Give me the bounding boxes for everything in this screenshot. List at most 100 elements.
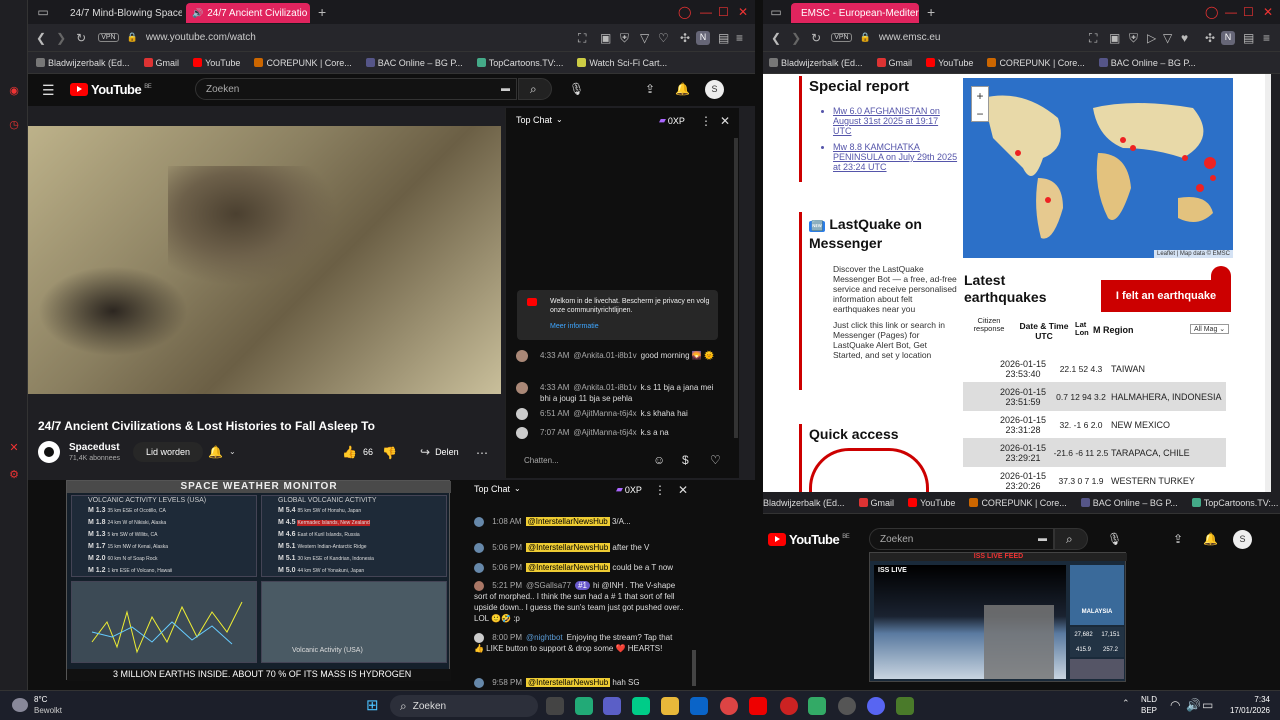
map-attribution[interactable]: Leaflet | Map data © EMSC [1153,250,1233,258]
url-field[interactable]: www.emsc.eu [879,32,941,43]
chat-author[interactable]: @InterstellarNewsHub [526,563,611,572]
bookmark-item[interactable]: YouTube [193,58,240,68]
search-input[interactable]: Zoeken ▬ [869,528,1054,550]
edge-icon[interactable] [632,697,650,715]
tab-menu-icon[interactable]: ▭ [32,6,54,18]
page-scrollbar[interactable] [1265,74,1271,492]
vivaldi-red-icon[interactable]: ◯ [678,6,691,18]
chevron-down-icon[interactable]: ⌄ [229,448,236,456]
volume-icon[interactable]: 🔊 [1186,699,1201,711]
bookmark-item[interactable]: Gmail [858,498,894,508]
table-row[interactable]: 2026-01-15 23:51:59 0.7 12 94 3.2 HALMAHERA… [963,383,1226,411]
upload-icon[interactable]: ⇪ [1173,533,1183,545]
vivaldi-red-icon[interactable]: ◯ [1205,6,1218,18]
youtube-logo[interactable]: YouTube BE [70,82,152,97]
file-explorer-icon[interactable] [661,697,679,715]
bookmark-item[interactable]: BAC Online – BG P... [1080,498,1178,508]
keyboard-layout[interactable]: BEP [1141,706,1157,715]
zoom-out-button[interactable]: − [972,105,988,123]
close-window-icon[interactable]: ✕ [738,6,748,18]
bell-icon[interactable]: 🔔 [1203,533,1218,545]
bookmark-item[interactable]: Bladwijzerbalk (Ed... [763,498,845,508]
share-button[interactable]: ↪ Delen [414,442,465,462]
xp-badge[interactable]: ▰ 0XP [616,484,642,495]
sidebar-toggle-icon[interactable]: ▤ [718,32,729,44]
menu-icon[interactable]: ≡ [1263,32,1270,44]
bookmark-item[interactable]: COREPUNK | Core... [969,498,1067,508]
bookmark-item[interactable]: TopCartoons.TV:... [476,58,563,68]
chrome-icon[interactable] [720,697,738,715]
chat-scrollbar[interactable] [692,650,696,686]
thumbs-down-icon[interactable]: 👎 [382,447,397,459]
chat-close-icon[interactable]: ✕ [720,115,730,127]
maximize-icon[interactable]: ☐ [718,6,729,18]
back-icon[interactable]: ❮ [36,32,46,44]
avatar[interactable]: S [1233,530,1252,549]
steam-icon[interactable] [838,697,856,715]
bookmark-item[interactable]: YouTube [908,498,955,508]
chat-mode-dropdown[interactable]: Top Chat ⌄ [516,115,563,125]
hamburger-icon[interactable]: ☰ [42,83,55,97]
play-icon[interactable]: ▷ [1147,32,1156,44]
bookmark-item[interactable]: Bladwijzerbalk (Ed... [769,58,863,68]
space-weather-video[interactable]: SPACE WEATHER MONITOR VOLCANIC ACTIVITY … [66,480,451,681]
heart-icon[interactable]: ♡ [658,32,669,44]
iss-video-player[interactable]: ISS LIVE FEED ISS LIVE MALAYSIA 27,682 17… [869,552,1127,682]
chat-more-icon[interactable]: ⋮ [654,484,666,496]
keyboard-icon[interactable]: ▬ [501,84,510,93]
magnitude-filter-select[interactable]: All Mag ⌄ [1190,324,1230,334]
avatar[interactable]: S [705,80,724,99]
chat-author[interactable]: @InterstellarNewsHub [526,678,611,687]
chat-more-icon[interactable]: ⋮ [700,115,712,127]
back-icon[interactable]: ❮ [771,32,781,44]
close-panel-icon[interactable]: ✕ [7,441,21,455]
profile-n-icon[interactable]: N [696,30,710,45]
widgets-icon[interactable] [575,697,593,715]
close-window-icon[interactable]: ✕ [1263,6,1273,18]
upload-icon[interactable]: ⇪ [645,83,655,95]
table-row[interactable]: 2026-01-15 23:53:40 22.1 52 4.3 TAIWAN [963,355,1226,383]
tray-chevron-icon[interactable]: ⌃ [1122,699,1130,708]
discord-icon[interactable] [867,697,885,715]
taskbar-search[interactable]: ⌕ Zoeken [390,695,538,717]
more-options-icon[interactable]: ⋯ [476,447,488,459]
chat-mode-dropdown[interactable]: Top Chat ⌄ [474,484,521,494]
new-tab-icon[interactable]: + [318,5,326,19]
battery-icon[interactable]: ▭ [1202,699,1213,711]
new-tab-icon[interactable]: + [927,5,935,19]
chat-author[interactable]: @AjitManna-t6j4x [573,409,636,418]
vivaldi-icon[interactable] [780,697,798,715]
tab-menu-icon[interactable]: ▭ [765,6,787,18]
chat-author[interactable]: @InterstellarNewsHub [525,517,610,526]
bookmark-item[interactable]: BAC Online – BG P... [365,58,463,68]
like-button[interactable]: 👍 66 [334,442,381,462]
extensions-icon[interactable]: ✣ [680,32,690,44]
youtube-app-icon[interactable] [749,697,767,715]
vpn-badge[interactable]: VPN [831,33,852,42]
chat-author[interactable]: @nightbot [526,633,563,642]
col-region[interactable]: Region [1103,325,1134,335]
emoji-icon[interactable]: ☺ [653,454,665,466]
search-button[interactable]: ⌕ [518,78,552,100]
zoom-in-button[interactable]: + [972,87,988,105]
shield-icon[interactable]: ⛨ [1129,32,1138,44]
col-mag[interactable]: M [1093,325,1101,335]
calculator-icon[interactable] [808,697,826,715]
maximize-icon[interactable]: ☐ [1243,6,1254,18]
weather-icon[interactable] [12,698,28,712]
bookmark-item[interactable]: Bladwijzerbalk (Ed... [36,58,130,68]
more-info-link[interactable]: Meer informatie [550,323,599,330]
minimize-icon[interactable]: — [1225,6,1237,18]
keyboard-icon[interactable]: ▬ [1038,534,1047,543]
tab-space[interactable]: 24/7 Mind-Blowing Space [60,3,182,23]
screenshot-icon[interactable]: ⛶ [1089,32,1097,44]
minecraft-icon[interactable] [896,697,914,715]
forward-icon[interactable]: ❯ [56,32,66,44]
notification-bell-icon[interactable]: 🔔 [208,446,223,458]
profile-n-icon[interactable]: N [1221,30,1235,45]
chat-author[interactable]: @Ankita.01-i8b1v [573,383,636,392]
table-row[interactable]: 2026-01-15 23:29:21 -21.6 -6 11 2.5 TARAPAC… [963,439,1226,467]
report-link[interactable]: Mw 8.8 KAMCHATKA PENINSULA on July 29th … [833,142,959,172]
reload-icon[interactable]: ↻ [811,32,821,44]
extensions-icon[interactable]: ✣ [1205,32,1215,44]
